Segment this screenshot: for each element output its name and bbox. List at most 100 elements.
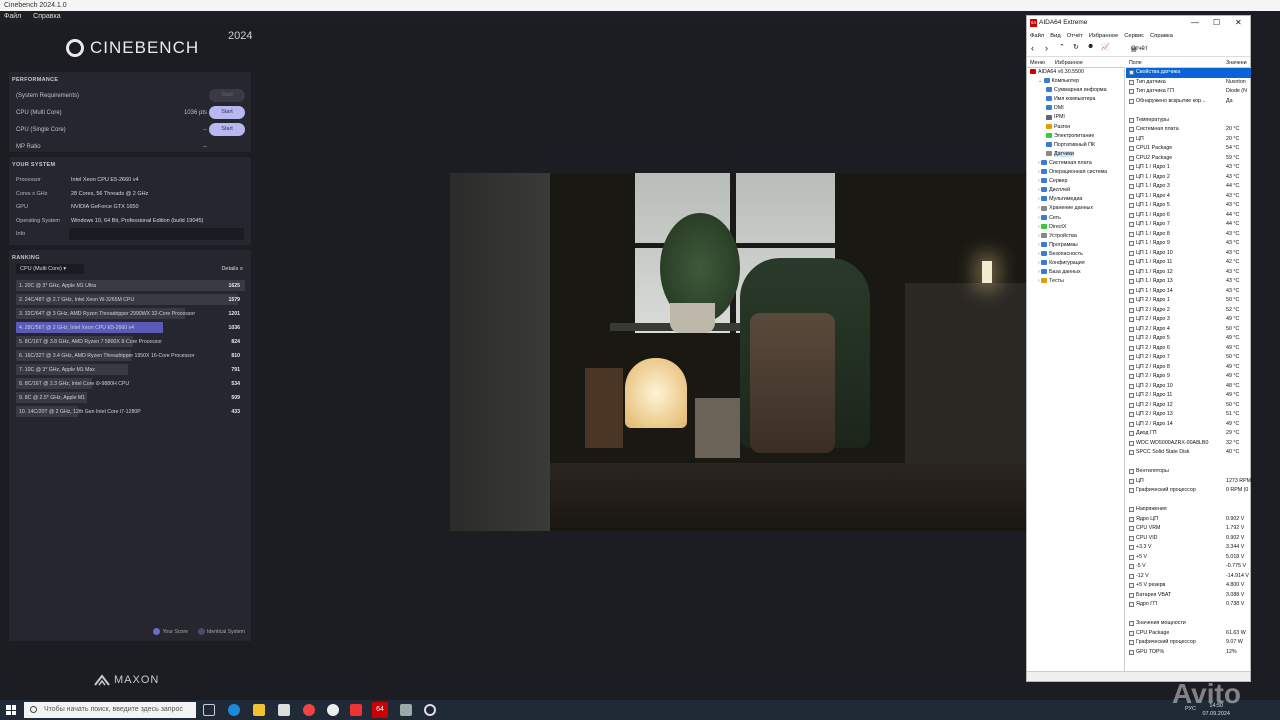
- ranking-row[interactable]: 8. 8C/16T @ 2.3 GHz, Intel Core i9-9880H…: [16, 378, 245, 389]
- sensor-row[interactable]: ЦП 2 / Ядро 11 49 °C: [1126, 391, 1251, 401]
- sensor-row[interactable]: ЦП 2 / Ядро 6 49 °C: [1126, 344, 1251, 354]
- sensor-row[interactable]: ЦП 1273 RPM: [1126, 477, 1251, 487]
- tab-favorites[interactable]: Избранное: [1055, 60, 1083, 66]
- aida-menu-item[interactable]: Справка: [1150, 33, 1173, 39]
- sensor-row[interactable]: ЦП 2 / Ядро 12 50 °C: [1126, 401, 1251, 411]
- ranking-row[interactable]: 10. 14C/20T @ 2 GHz, 12th Gen Intel Core…: [16, 406, 245, 417]
- ranking-row[interactable]: 9. 8C @ 2.5* GHz, Apple M1 509: [16, 392, 245, 403]
- windows-start-icon[interactable]: [6, 705, 16, 715]
- maximize-icon[interactable]: ☐: [1213, 16, 1220, 30]
- user-icon[interactable]: ☻: [1087, 43, 1094, 50]
- sensor-row[interactable]: Тип датчика Nuvoton: [1126, 78, 1251, 88]
- sensor-row[interactable]: +5 V 5.018 V: [1126, 553, 1251, 563]
- chart-icon[interactable]: 📈: [1101, 43, 1110, 51]
- sensor-row[interactable]: ЦП 2 / Ядро 9 49 °C: [1126, 372, 1251, 382]
- ranking-row[interactable]: 5. 8C/16T @ 3.8 GHz, AMD Ryzen 7 5800X 8…: [16, 336, 245, 347]
- ranking-details-button[interactable]: Details ≡: [221, 266, 243, 272]
- sensor-group[interactable]: Напряжения: [1126, 505, 1251, 515]
- sensor-row[interactable]: [1126, 610, 1251, 620]
- ranking-row[interactable]: 7. 10C @ 3* GHz, Apple M1 Max 791: [16, 364, 245, 375]
- ranking-row[interactable]: 1. 20C @ 3* GHz, Apple M1 Ultra 1625: [16, 280, 245, 291]
- tree-item[interactable]: Разгон: [1027, 123, 1124, 132]
- sensor-row[interactable]: ЦП 1 / Ядро 5 43 °C: [1126, 201, 1251, 211]
- taskbar-search-box[interactable]: Чтобы начать поиск, введите здесь запрос: [24, 702, 196, 718]
- sensor-row[interactable]: +3.3 V 3.344 V: [1126, 543, 1251, 553]
- sensor-row[interactable]: ЦП 2 / Ядро 14 49 °C: [1126, 420, 1251, 430]
- task-view-icon[interactable]: [203, 704, 215, 716]
- tree-item[interactable]: Электропитание: [1027, 132, 1124, 141]
- sensor-row[interactable]: ЦП 1 / Ядро 3 44 °C: [1126, 182, 1251, 192]
- edge-icon[interactable]: [228, 704, 240, 716]
- aida-menu-item[interactable]: Файл: [1030, 33, 1044, 39]
- aida-menu-item[interactable]: Отчёт: [1067, 33, 1083, 39]
- sensor-row[interactable]: Тип датчика ГП Diode (N: [1126, 87, 1251, 97]
- sensor-row[interactable]: Батарея VBAT 3.088 V: [1126, 591, 1251, 601]
- sensor-row[interactable]: ЦП 1 / Ядро 9 43 °C: [1126, 239, 1251, 249]
- sensor-row[interactable]: ЦП 20 °C: [1126, 135, 1251, 145]
- store-icon[interactable]: [278, 704, 290, 716]
- sensor-row[interactable]: CPU VID 0.902 V: [1126, 534, 1251, 544]
- menu-help[interactable]: Справка: [33, 13, 60, 20]
- app-icon[interactable]: [400, 704, 412, 716]
- info-field[interactable]: [69, 228, 244, 240]
- sensor-row[interactable]: ЦП 1 / Ядро 4 43 °C: [1126, 192, 1251, 202]
- tree-item[interactable]: DMI: [1027, 104, 1124, 113]
- column-field[interactable]: Поле: [1129, 60, 1142, 66]
- tree-item[interactable]: AIDA64 v6.30.5500: [1027, 68, 1124, 77]
- sensor-row[interactable]: ЦП 1 / Ядро 12 43 °C: [1126, 268, 1251, 278]
- tree-item[interactable]: › Мультимедиа: [1027, 195, 1124, 204]
- sensor-group[interactable]: Вентиляторы: [1126, 467, 1251, 477]
- file-explorer-icon[interactable]: [253, 704, 265, 716]
- yandex-icon[interactable]: [327, 704, 339, 716]
- minimize-icon[interactable]: —: [1191, 16, 1199, 30]
- cinebench-taskbar-icon[interactable]: [424, 704, 436, 716]
- sensor-row[interactable]: ЦП 1 / Ядро 2 43 °C: [1126, 173, 1251, 183]
- sensor-row[interactable]: ЦП 2 / Ядро 7 50 °C: [1126, 353, 1251, 363]
- tree-item[interactable]: Имя компьютера: [1027, 95, 1124, 104]
- aida-menu-item[interactable]: Сервис: [1124, 33, 1144, 39]
- sensor-row[interactable]: Обнаружено вскрытие кор... Да: [1126, 97, 1251, 107]
- browser-icon[interactable]: [303, 704, 315, 716]
- sensor-row[interactable]: +5 V резерв 4.800 V: [1126, 581, 1251, 591]
- sensor-row[interactable]: ЦП 2 / Ядро 3 49 °C: [1126, 315, 1251, 325]
- sensor-row[interactable]: CPU2 Package 59 °C: [1126, 154, 1251, 164]
- ranking-test-select[interactable]: CPU (Multi Core) ▾: [16, 264, 84, 274]
- sensor-row[interactable]: Диод ГП 29 °C: [1126, 429, 1251, 439]
- sensor-row[interactable]: ЦП 1 / Ядро 7 44 °C: [1126, 220, 1251, 230]
- sensor-row[interactable]: CPU VRM 1.792 V: [1126, 524, 1251, 534]
- sensor-row[interactable]: SPCC Solid State Disk 40 °C: [1126, 448, 1251, 458]
- sensor-row[interactable]: ЦП 1 / Ядро 6 44 °C: [1126, 211, 1251, 221]
- sensor-row[interactable]: Ядро ГП 0.738 V: [1126, 600, 1251, 610]
- start-button[interactable]: Start: [209, 89, 245, 102]
- tab-menu[interactable]: Меню: [1030, 60, 1045, 66]
- ranking-row[interactable]: 3. 32C/64T @ 3 GHz, AMD Ryzen Threadripp…: [16, 308, 245, 319]
- tree-item[interactable]: › Операционная система: [1027, 168, 1124, 177]
- sensor-row[interactable]: ЦП 2 / Ядро 1 50 °C: [1126, 296, 1251, 306]
- tree-item[interactable]: › Сервер: [1027, 177, 1124, 186]
- tree-item[interactable]: IPMI: [1027, 113, 1124, 122]
- sensor-row[interactable]: Графический процессор 9.07 W: [1126, 638, 1251, 648]
- aida64-taskbar-icon[interactable]: 64: [372, 702, 388, 718]
- tree-item[interactable]: Суммарная информа: [1027, 86, 1124, 95]
- tree-item[interactable]: › Сеть: [1027, 214, 1124, 223]
- sensor-row[interactable]: [1126, 106, 1251, 116]
- tree-item[interactable]: › Дисплей: [1027, 186, 1124, 195]
- sensor-row[interactable]: CPU1 Package 54 °C: [1126, 144, 1251, 154]
- sensor-row[interactable]: ЦП 1 / Ядро 13 43 °C: [1126, 277, 1251, 287]
- ranking-row[interactable]: 2. 24C/48T @ 2.7 GHz, Intel Xeon W-3265M…: [16, 294, 245, 305]
- forward-icon[interactable]: ›: [1045, 43, 1048, 53]
- menu-file[interactable]: Файл: [4, 13, 21, 20]
- expand-icon[interactable]: ⌄: [1038, 78, 1044, 84]
- ranking-row[interactable]: 6. 16C/32T @ 3.4 GHz, AMD Ryzen Threadri…: [16, 350, 245, 361]
- tree-item[interactable]: Датчики: [1027, 150, 1124, 159]
- sensor-row[interactable]: Графический процессор 0 RPM (0: [1126, 486, 1251, 496]
- sensor-row[interactable]: ЦП 2 / Ядро 8 49 °C: [1126, 363, 1251, 373]
- tree-item[interactable]: › Безопасность: [1027, 250, 1124, 259]
- tree-item[interactable]: › Программы: [1027, 241, 1124, 250]
- sensor-row[interactable]: -5 V -0.775 V: [1126, 562, 1251, 572]
- sensor-row[interactable]: ЦП 1 / Ядро 1 43 °C: [1126, 163, 1251, 173]
- sensor-row[interactable]: ЦП 1 / Ядро 8 43 °C: [1126, 230, 1251, 240]
- sensor-row[interactable]: Системная плата 20 °C: [1126, 125, 1251, 135]
- sensor-row[interactable]: [1126, 496, 1251, 506]
- sensor-row[interactable]: ЦП 1 / Ядро 11 42 °C: [1126, 258, 1251, 268]
